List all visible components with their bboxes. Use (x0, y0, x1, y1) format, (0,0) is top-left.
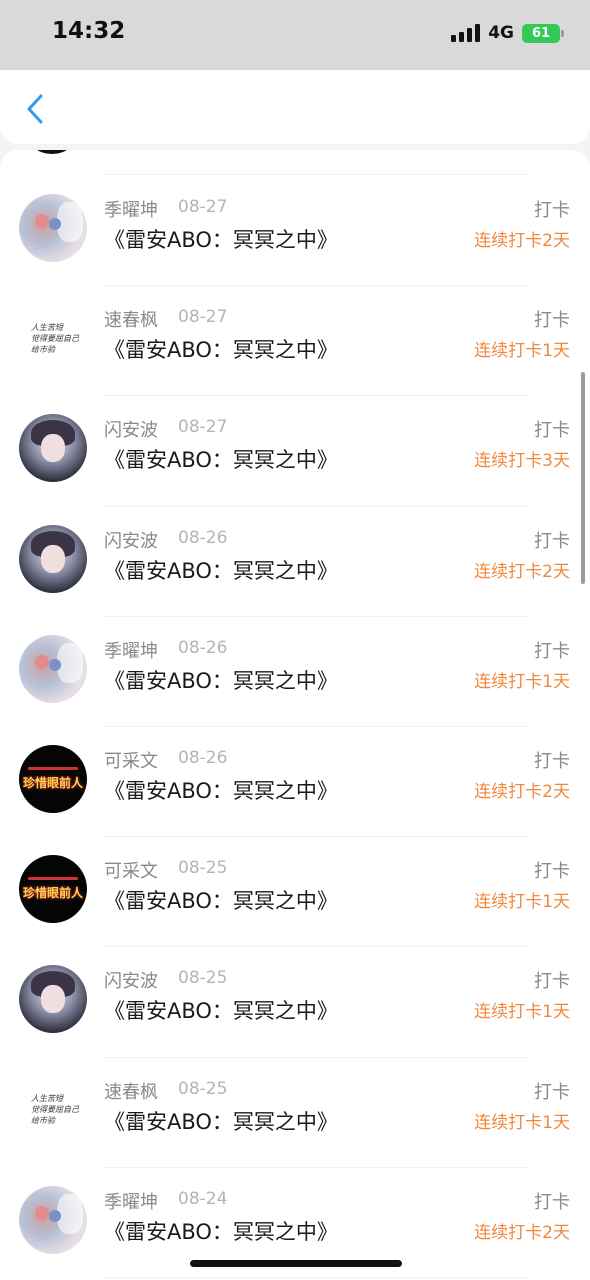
list-item[interactable]: 闪安波 08-25 《雷安ABO：冥冥之中》 打卡连续打卡1天 (0, 951, 590, 1061)
streak-badge: 连续打卡1天 (474, 1002, 570, 1023)
avatar[interactable]: 珍惜眼前人 (19, 855, 87, 924)
status-time: 14:32 (52, 18, 126, 44)
checkin-type: 打卡 (534, 1191, 570, 1213)
avatar[interactable] (19, 194, 87, 262)
user-name: 闪安波 (104, 530, 158, 552)
list-item[interactable]: 珍惜眼前人 可采文 08-26 《雷安ABO：冥冥之中》 打卡连续打卡2天 (0, 731, 590, 841)
checkin-type: 打卡 (534, 751, 570, 772)
user-name: 可采文 (104, 861, 158, 883)
checkin-type: 打卡 (534, 200, 570, 221)
streak-badge: 连续打卡1天 (474, 341, 570, 362)
book-title: 《雷安ABO：冥冥之中》 (104, 338, 338, 363)
battery-icon: 61 (522, 23, 564, 43)
checkin-type: 打卡 (534, 310, 570, 332)
streak-badge: 连续打卡1天 (474, 671, 570, 692)
checkin-date: 08-25 (178, 1078, 228, 1099)
user-name: 季曜坤 (104, 200, 158, 221)
book-title: 《雷安ABO：冥冥之中》 (104, 1109, 338, 1134)
streak-badge: 连续打卡2天 (474, 782, 570, 802)
list-item[interactable]: 珍惜眼前人 可采文 08-25 《雷安ABO：冥冥之中》 打卡连续打卡1天 (0, 841, 590, 951)
list-item[interactable]: 闪安波 08-26 《雷安ABO：冥冥之中》 打卡连续打卡2天 (0, 511, 590, 621)
checkin-date: 08-26 (178, 527, 228, 548)
user-name: 可采文 (104, 751, 158, 772)
checkin-date: 08-26 (178, 748, 228, 768)
streak-badge: 连续打卡2天 (474, 561, 570, 582)
checkin-type: 打卡 (534, 1081, 570, 1103)
divider (105, 726, 530, 727)
home-indicator[interactable] (190, 1260, 402, 1267)
checkin-date: 08-26 (178, 637, 228, 658)
checkin-date: 08-27 (178, 417, 228, 438)
checkin-date: 08-25 (178, 858, 228, 879)
divider (105, 1277, 530, 1278)
checkin-list[interactable]: 季曜坤 08-27 《雷安ABO：冥冥之中》 打卡 连续打卡2天 人生苦短 觉得要屈自己 给市… (0, 150, 590, 1280)
list-item[interactable]: 季曜坤 08-26 《雷安ABO：冥冥之中》 打卡连续打卡1天 (0, 621, 590, 731)
streak-badge: 连续打卡1天 (474, 1112, 570, 1133)
avatar[interactable] (19, 634, 87, 703)
avatar (26, 150, 78, 154)
checkin-type: 打卡 (534, 861, 570, 883)
checkin-date: 08-27 (178, 197, 228, 217)
back-button[interactable] (20, 92, 50, 126)
user-name: 季曜坤 (104, 1191, 158, 1213)
avatar[interactable]: 人生苦短 觉得要屈自己 给市验 (19, 1075, 87, 1144)
avatar[interactable] (19, 414, 87, 483)
streak-badge: 连续打卡1天 (474, 892, 570, 913)
list-item[interactable]: 人生苦短 觉得要屈自己 给市验 速春枫 08-27 《雷安ABO：冥冥之中》 打卡连续打卡1… (0, 290, 590, 400)
list-item[interactable]: 季曜坤 08-27 《雷安ABO：冥冥之中》 打卡连续打卡2天 (0, 180, 590, 290)
checkin-type: 打卡 (534, 971, 570, 993)
book-title: 《雷安ABO：冥冥之中》 (104, 668, 338, 693)
divider (105, 1056, 530, 1058)
checkin-date: 08-27 (178, 307, 228, 328)
divider (105, 395, 530, 397)
book-title: 《雷安ABO：冥冥之中》 (104, 779, 338, 803)
user-name: 速春枫 (104, 1081, 158, 1103)
avatar[interactable] (19, 1185, 87, 1254)
streak-badge: 连续打卡2天 (474, 231, 570, 251)
divider (105, 615, 530, 617)
checkin-date: 08-25 (178, 968, 228, 989)
book-title: 《雷安ABO：冥冥之中》 (104, 448, 338, 473)
divider (105, 946, 530, 948)
list-item[interactable]: 闪安波 08-27 《雷安ABO：冥冥之中》 打卡连续打卡3天 (0, 400, 590, 510)
divider (105, 1166, 530, 1168)
streak-badge: 连续打卡3天 (474, 451, 570, 472)
avatar[interactable]: 珍惜眼前人 (19, 745, 87, 813)
network-label: 4G (488, 23, 514, 43)
scrollbar[interactable] (581, 372, 585, 584)
user-name: 季曜坤 (104, 640, 158, 662)
divider (105, 836, 530, 838)
user-name: 闪安波 (104, 971, 158, 993)
divider (105, 285, 530, 287)
book-title: 《雷安ABO：冥冥之中》 (104, 558, 338, 583)
user-name: 速春枫 (104, 310, 158, 332)
avatar[interactable] (19, 524, 87, 593)
status-bar: 14:32 4G 61 (0, 0, 590, 70)
checkin-type: 打卡 (534, 530, 570, 552)
avatar[interactable]: 人生苦短 觉得要屈自己 给市验 (19, 304, 87, 373)
checkin-type: 打卡 (534, 640, 570, 662)
navbar (0, 70, 590, 144)
book-title: 《雷安ABO：冥冥之中》 (104, 999, 338, 1024)
signal-icon (451, 24, 481, 42)
divider (105, 174, 530, 175)
book-title: 《雷安ABO：冥冥之中》 (104, 228, 338, 252)
chevron-left-icon (27, 94, 43, 124)
avatar[interactable] (19, 965, 87, 1034)
checkin-date: 08-24 (178, 1188, 228, 1209)
user-name: 闪安波 (104, 420, 158, 442)
book-title: 《雷安ABO：冥冥之中》 (104, 1219, 338, 1244)
book-title: 《雷安ABO：冥冥之中》 (104, 889, 338, 914)
battery-level: 61 (531, 25, 551, 41)
status-indicators: 4G 61 (451, 22, 564, 44)
list-item[interactable]: 人生苦短 觉得要屈自己 给市验 速春枫 08-25 《雷安ABO：冥冥之中》 打卡连续打卡1… (0, 1062, 590, 1172)
divider (105, 505, 530, 507)
streak-badge: 连续打卡2天 (474, 1222, 570, 1243)
checkin-type: 打卡 (534, 420, 570, 442)
